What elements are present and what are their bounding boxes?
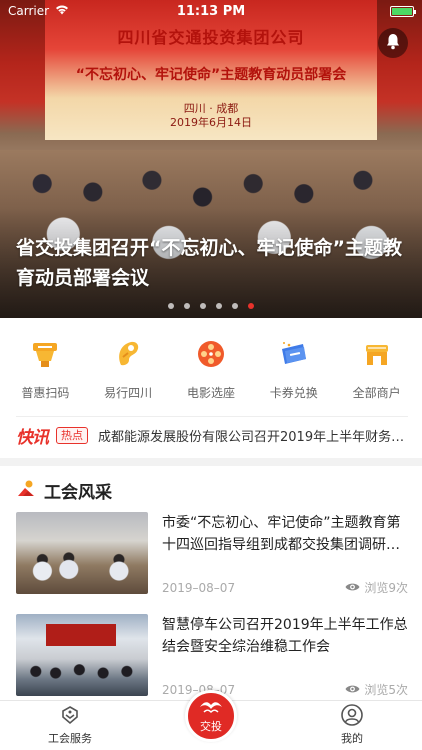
news-view-count: 浏览5次 bbox=[364, 683, 408, 697]
coupon-icon bbox=[276, 336, 312, 372]
news-content: 智慧停车公司召开2019年上半年工作总结会暨安全综治维稳工作会 2019–08–… bbox=[162, 614, 408, 698]
news-views: 浏览5次 bbox=[345, 681, 408, 698]
carousel-dots bbox=[0, 303, 422, 309]
quick-entry-label: 全部商户 bbox=[352, 386, 401, 400]
stage-title-line2: “不忘初心、牢记使命”主题教育动员部署会 bbox=[75, 67, 347, 83]
news-title: 市委“不忘初心、牢记使命”主题教育第十四巡回指导组到成都交投集团调研指导工作 bbox=[162, 515, 401, 553]
shop-icon bbox=[359, 336, 395, 372]
tab-jiaotou-home[interactable]: 交投 bbox=[183, 690, 239, 748]
status-bar: Carrier 11:13 PM bbox=[0, 0, 422, 22]
section-header: 工会风采 bbox=[16, 478, 112, 503]
carousel-dot[interactable] bbox=[200, 303, 206, 309]
news-list-item[interactable]: 智慧停车公司召开2019年上半年工作总结会暨安全综治维稳工作会 2019–08–… bbox=[16, 614, 408, 698]
quick-entry-coupon[interactable]: 卡券兑换 bbox=[253, 336, 335, 410]
tab-label: 工会服务 bbox=[48, 732, 92, 745]
app-screen: 四川省交通投资集团公司 “不忘初心、牢记使命”主题教育动员部署会 四川 · 成都… bbox=[0, 0, 422, 750]
tab-union-service[interactable]: 工会服务 bbox=[28, 701, 112, 750]
status-time: 11:13 PM bbox=[176, 3, 246, 19]
carousel-dot-active[interactable] bbox=[248, 303, 254, 309]
quick-entry-label: 普惠扫码 bbox=[21, 386, 70, 400]
hot-badge: 热点 bbox=[56, 427, 88, 444]
jiaotou-logo-icon bbox=[198, 699, 224, 718]
scan-cup-icon bbox=[27, 336, 63, 372]
quick-entry-label: 卡券兑换 bbox=[269, 386, 318, 400]
stage-date: 2019年6月14日 bbox=[170, 116, 252, 129]
film-reel-icon bbox=[193, 336, 229, 372]
battery-level bbox=[392, 7, 412, 15]
news-list-item[interactable]: 市委“不忘初心、牢记使命”主题教育第十四巡回指导组到成都交投集团调研指导工作 2… bbox=[16, 512, 408, 596]
ticker-headline[interactable]: 成都能源发展股份有限公司召开2019年上半年财务工作会议 bbox=[98, 426, 408, 445]
quick-entry-travel[interactable]: 易行四川 bbox=[87, 336, 169, 410]
ticker-brand: 快讯 bbox=[16, 428, 49, 448]
tab-mine[interactable]: 我的 bbox=[310, 701, 394, 750]
user-icon bbox=[339, 702, 365, 728]
quick-entry-grid: 普惠扫码 易行四川 电影选座 卡券兑换 全部商户 bbox=[0, 336, 422, 410]
quick-entry-label: 电影选座 bbox=[186, 386, 235, 400]
news-meta: 2019–08–07 浏览9次 bbox=[162, 579, 408, 596]
stage-title-line1: 四川省交通投资集团公司 bbox=[117, 28, 305, 47]
section-divider bbox=[0, 458, 422, 466]
carousel-dot[interactable] bbox=[168, 303, 174, 309]
news-thumbnail bbox=[16, 512, 148, 594]
quick-entry-shops[interactable]: 全部商户 bbox=[336, 336, 418, 410]
carousel-dot[interactable] bbox=[184, 303, 190, 309]
banner-carousel[interactable]: 四川省交通投资集团公司 “不忘初心、牢记使命”主题教育动员部署会 四川 · 成都… bbox=[0, 0, 422, 318]
center-tab-button[interactable]: 交投 bbox=[185, 690, 237, 742]
eye-icon bbox=[345, 683, 360, 697]
carousel-dot[interactable] bbox=[232, 303, 238, 309]
tab-label: 我的 bbox=[341, 732, 363, 745]
union-service-icon bbox=[57, 702, 83, 728]
notification-bell-button[interactable] bbox=[378, 28, 408, 58]
banner-caption[interactable]: 省交投集团召开“不忘初心、牢记使命”主题教育动员部署会议 bbox=[16, 233, 410, 293]
news-thumbnail bbox=[16, 614, 148, 696]
travel-icon bbox=[110, 336, 146, 372]
quick-entry-scan[interactable]: 普惠扫码 bbox=[4, 336, 86, 410]
bell-icon bbox=[385, 33, 401, 54]
news-view-count: 浏览9次 bbox=[364, 581, 408, 595]
quick-entry-label: 易行四川 bbox=[104, 386, 153, 400]
news-ticker[interactable]: 快讯 热点 成都能源发展股份有限公司召开2019年上半年财务工作会议 bbox=[16, 416, 408, 454]
news-date: 2019–08–07 bbox=[162, 580, 236, 595]
quick-entry-film[interactable]: 电影选座 bbox=[170, 336, 252, 410]
news-views: 浏览9次 bbox=[345, 579, 408, 596]
news-title: 智慧停车公司召开2019年上半年工作总结会暨安全综治维稳工作会 bbox=[162, 617, 408, 655]
carousel-dot[interactable] bbox=[216, 303, 222, 309]
eye-icon bbox=[345, 581, 360, 595]
union-style-icon bbox=[16, 479, 36, 503]
section-title: 工会风采 bbox=[44, 483, 112, 503]
news-content: 市委“不忘初心、牢记使命”主题教育第十四巡回指导组到成都交投集团调研指导工作 2… bbox=[162, 512, 408, 596]
battery-icon bbox=[390, 5, 416, 17]
center-tab-label: 交投 bbox=[200, 719, 222, 733]
